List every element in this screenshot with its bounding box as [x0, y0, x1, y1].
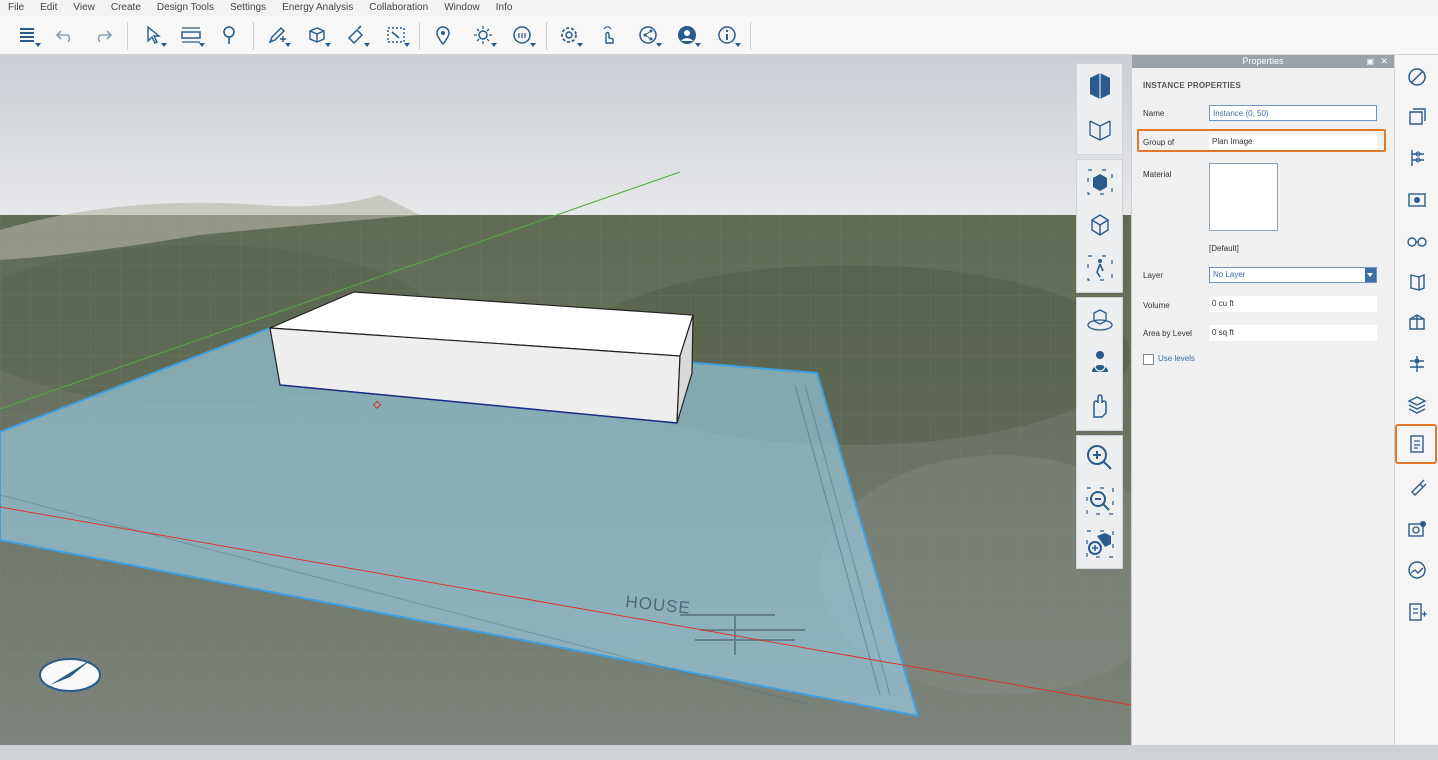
materials-icon[interactable]	[1403, 103, 1431, 131]
menu-create[interactable]: Create	[103, 0, 149, 16]
layers-stack-icon[interactable]	[1403, 390, 1431, 418]
settings-icon[interactable]	[554, 22, 584, 48]
layer-dropdown[interactable]: No Layer	[1209, 267, 1377, 283]
menu-window[interactable]: Window	[436, 0, 488, 16]
menu-bar: File Edit View Create Design Tools Setti…	[0, 0, 1438, 16]
material-paint-icon[interactable]	[341, 22, 371, 48]
visual-styles-icon[interactable]	[1403, 556, 1431, 584]
look-tools	[1076, 297, 1123, 431]
name-field[interactable]: Instance (0, 50)	[1209, 105, 1377, 121]
properties-icon[interactable]	[1403, 430, 1431, 458]
chevron-down-icon[interactable]	[1365, 268, 1376, 282]
north-compass-icon[interactable]	[39, 658, 101, 692]
location-icon[interactable]	[428, 22, 458, 48]
menu-edit[interactable]: Edit	[32, 0, 65, 16]
properties-title: Properties	[1242, 56, 1284, 66]
menu-energy-analysis[interactable]: Energy Analysis	[274, 0, 361, 16]
select-icon[interactable]	[138, 22, 168, 48]
group-of-field[interactable]: Plan Image	[1209, 134, 1377, 150]
volume-label: Volume	[1143, 301, 1170, 310]
time-icon[interactable]	[507, 22, 537, 48]
main-toolbar	[0, 16, 1438, 55]
material-label: Material	[1143, 170, 1172, 179]
properties-title-bar: Properties ▣ ✕	[1132, 55, 1394, 68]
status-bar	[0, 745, 1438, 760]
menu-file[interactable]: File	[0, 0, 32, 16]
view-cube-bottom-icon[interactable]	[1077, 107, 1122, 150]
cube-push-icon[interactable]	[302, 22, 332, 48]
perspective-icon[interactable]	[1077, 203, 1122, 246]
look-around-icon[interactable]	[1077, 298, 1122, 341]
glasses-icon[interactable]	[1403, 226, 1431, 254]
3d-viewport[interactable]: HOUSE	[0, 55, 1131, 745]
redo-icon[interactable]	[88, 22, 118, 48]
zoom-extents-icon[interactable]	[1077, 522, 1122, 565]
tape-icon[interactable]	[214, 22, 244, 48]
material-swatch[interactable]	[1209, 163, 1278, 231]
box-3d-icon[interactable]	[1403, 308, 1431, 336]
section-plane-icon[interactable]	[1403, 267, 1431, 295]
orbit-icon[interactable]	[1077, 160, 1122, 203]
layer-label: Layer	[1143, 271, 1164, 280]
undo-icon[interactable]	[50, 22, 80, 48]
render-settings-icon[interactable]	[1403, 515, 1431, 543]
area-field: 0 sq ft	[1209, 325, 1377, 341]
layers-menu-icon[interactable]	[12, 22, 42, 48]
account-icon[interactable]	[672, 22, 702, 48]
zoom-window-icon[interactable]	[1077, 479, 1122, 522]
sketch-icon[interactable]	[262, 22, 292, 48]
right-icon-rail	[1394, 55, 1438, 745]
orbit-tools	[1076, 159, 1123, 293]
material-name: [Default]	[1209, 244, 1239, 253]
share-icon[interactable]	[633, 22, 663, 48]
layer-value: No Layer	[1213, 270, 1246, 279]
camera-icon[interactable]	[1403, 185, 1431, 213]
add-note-icon[interactable]	[1403, 598, 1431, 626]
info-icon[interactable]	[712, 22, 742, 48]
close-icon[interactable]: ✕	[1380, 55, 1388, 68]
menu-settings[interactable]: Settings	[222, 0, 274, 16]
zoom-tools	[1076, 435, 1123, 569]
menu-design-tools[interactable]: Design Tools	[149, 0, 222, 16]
no-style-icon[interactable]	[1403, 63, 1431, 91]
use-levels-checkbox[interactable]	[1143, 354, 1154, 365]
gesture-icon[interactable]	[593, 22, 623, 48]
pan-icon[interactable]	[1077, 384, 1122, 427]
group-of-label: Group of	[1143, 138, 1175, 147]
sun-icon[interactable]	[468, 22, 498, 48]
use-levels-label[interactable]: Use levels	[1158, 354, 1195, 363]
properties-panel: Properties ▣ ✕ INSTANCE PROPERTIES Name …	[1131, 55, 1394, 745]
menu-view[interactable]: View	[65, 0, 103, 16]
view-cube-icon[interactable]	[1077, 64, 1122, 107]
measure-icon[interactable]	[176, 22, 206, 48]
pin-icon[interactable]: ▣	[1366, 55, 1374, 68]
view-cube-tools	[1076, 63, 1123, 155]
zoom-icon[interactable]	[1077, 436, 1122, 479]
walk-icon[interactable]	[1077, 246, 1122, 289]
energy-plug-icon[interactable]	[1403, 473, 1431, 501]
menu-info[interactable]: Info	[488, 0, 521, 16]
hierarchy-icon[interactable]	[1403, 350, 1431, 378]
section-heading: INSTANCE PROPERTIES	[1143, 81, 1241, 90]
volume-field: 0 cu ft	[1209, 296, 1377, 312]
pivot-icon[interactable]	[1077, 341, 1122, 384]
scene-canvas[interactable]: HOUSE	[0, 55, 1131, 745]
name-label: Name	[1143, 109, 1165, 118]
area-label: Area by Level	[1143, 329, 1192, 338]
menu-collaboration[interactable]: Collaboration	[361, 0, 436, 16]
section-icon[interactable]	[381, 22, 411, 48]
component-tree-icon[interactable]	[1403, 144, 1431, 172]
